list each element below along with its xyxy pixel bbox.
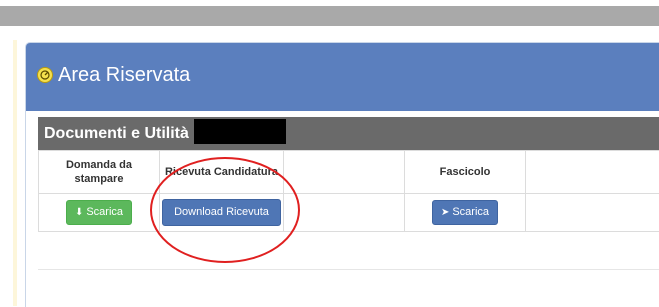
download-icon: ⬇ — [75, 206, 83, 219]
table-cell — [284, 194, 405, 232]
table-cell — [526, 194, 659, 232]
download-ricevuta-button[interactable]: Download Ricevuta — [162, 199, 281, 226]
scarica-domanda-button[interactable]: ⬇Scarica — [66, 200, 132, 225]
panel-title: Area Riservata — [58, 63, 190, 87]
table-row: ⬇Scarica Download Ricevuta ➤Scarica — [39, 194, 659, 232]
column-header — [284, 151, 405, 194]
panel-heading: Area Riservata — [26, 43, 659, 111]
table-cell: Download Ricevuta — [160, 194, 284, 232]
scarica-fascicolo-button[interactable]: ➤Scarica — [432, 200, 498, 225]
documenti-section: Documenti e Utilità - Domanda da stampar… — [38, 117, 659, 307]
button-label: Scarica — [86, 206, 123, 218]
send-icon: ➤ — [441, 206, 449, 219]
documenti-header: Documenti e Utilità - — [38, 117, 659, 150]
divider — [38, 269, 659, 270]
column-header: Ricevuta Candidatura — [160, 151, 284, 194]
redacted-name — [194, 119, 286, 144]
column-header: Fascicolo — [405, 151, 526, 194]
column-header: Domanda da stampare — [39, 151, 160, 194]
top-bar — [0, 6, 659, 26]
button-label: Scarica — [452, 206, 489, 218]
documents-table: Domanda da stampare Ricevuta Candidatura… — [38, 150, 659, 232]
table-cell: ⬇Scarica — [39, 194, 160, 232]
dashboard-icon — [37, 67, 53, 83]
table-header-row: Domanda da stampare Ricevuta Candidatura… — [39, 151, 659, 194]
left-sidebar-strip — [13, 40, 17, 306]
column-header — [526, 151, 659, 194]
documenti-title: Documenti e Utilità - — [44, 124, 199, 143]
area-riservata-panel: Area Riservata Documenti e Utilità - Dom… — [25, 42, 659, 307]
table-cell: ➤Scarica — [405, 194, 526, 232]
